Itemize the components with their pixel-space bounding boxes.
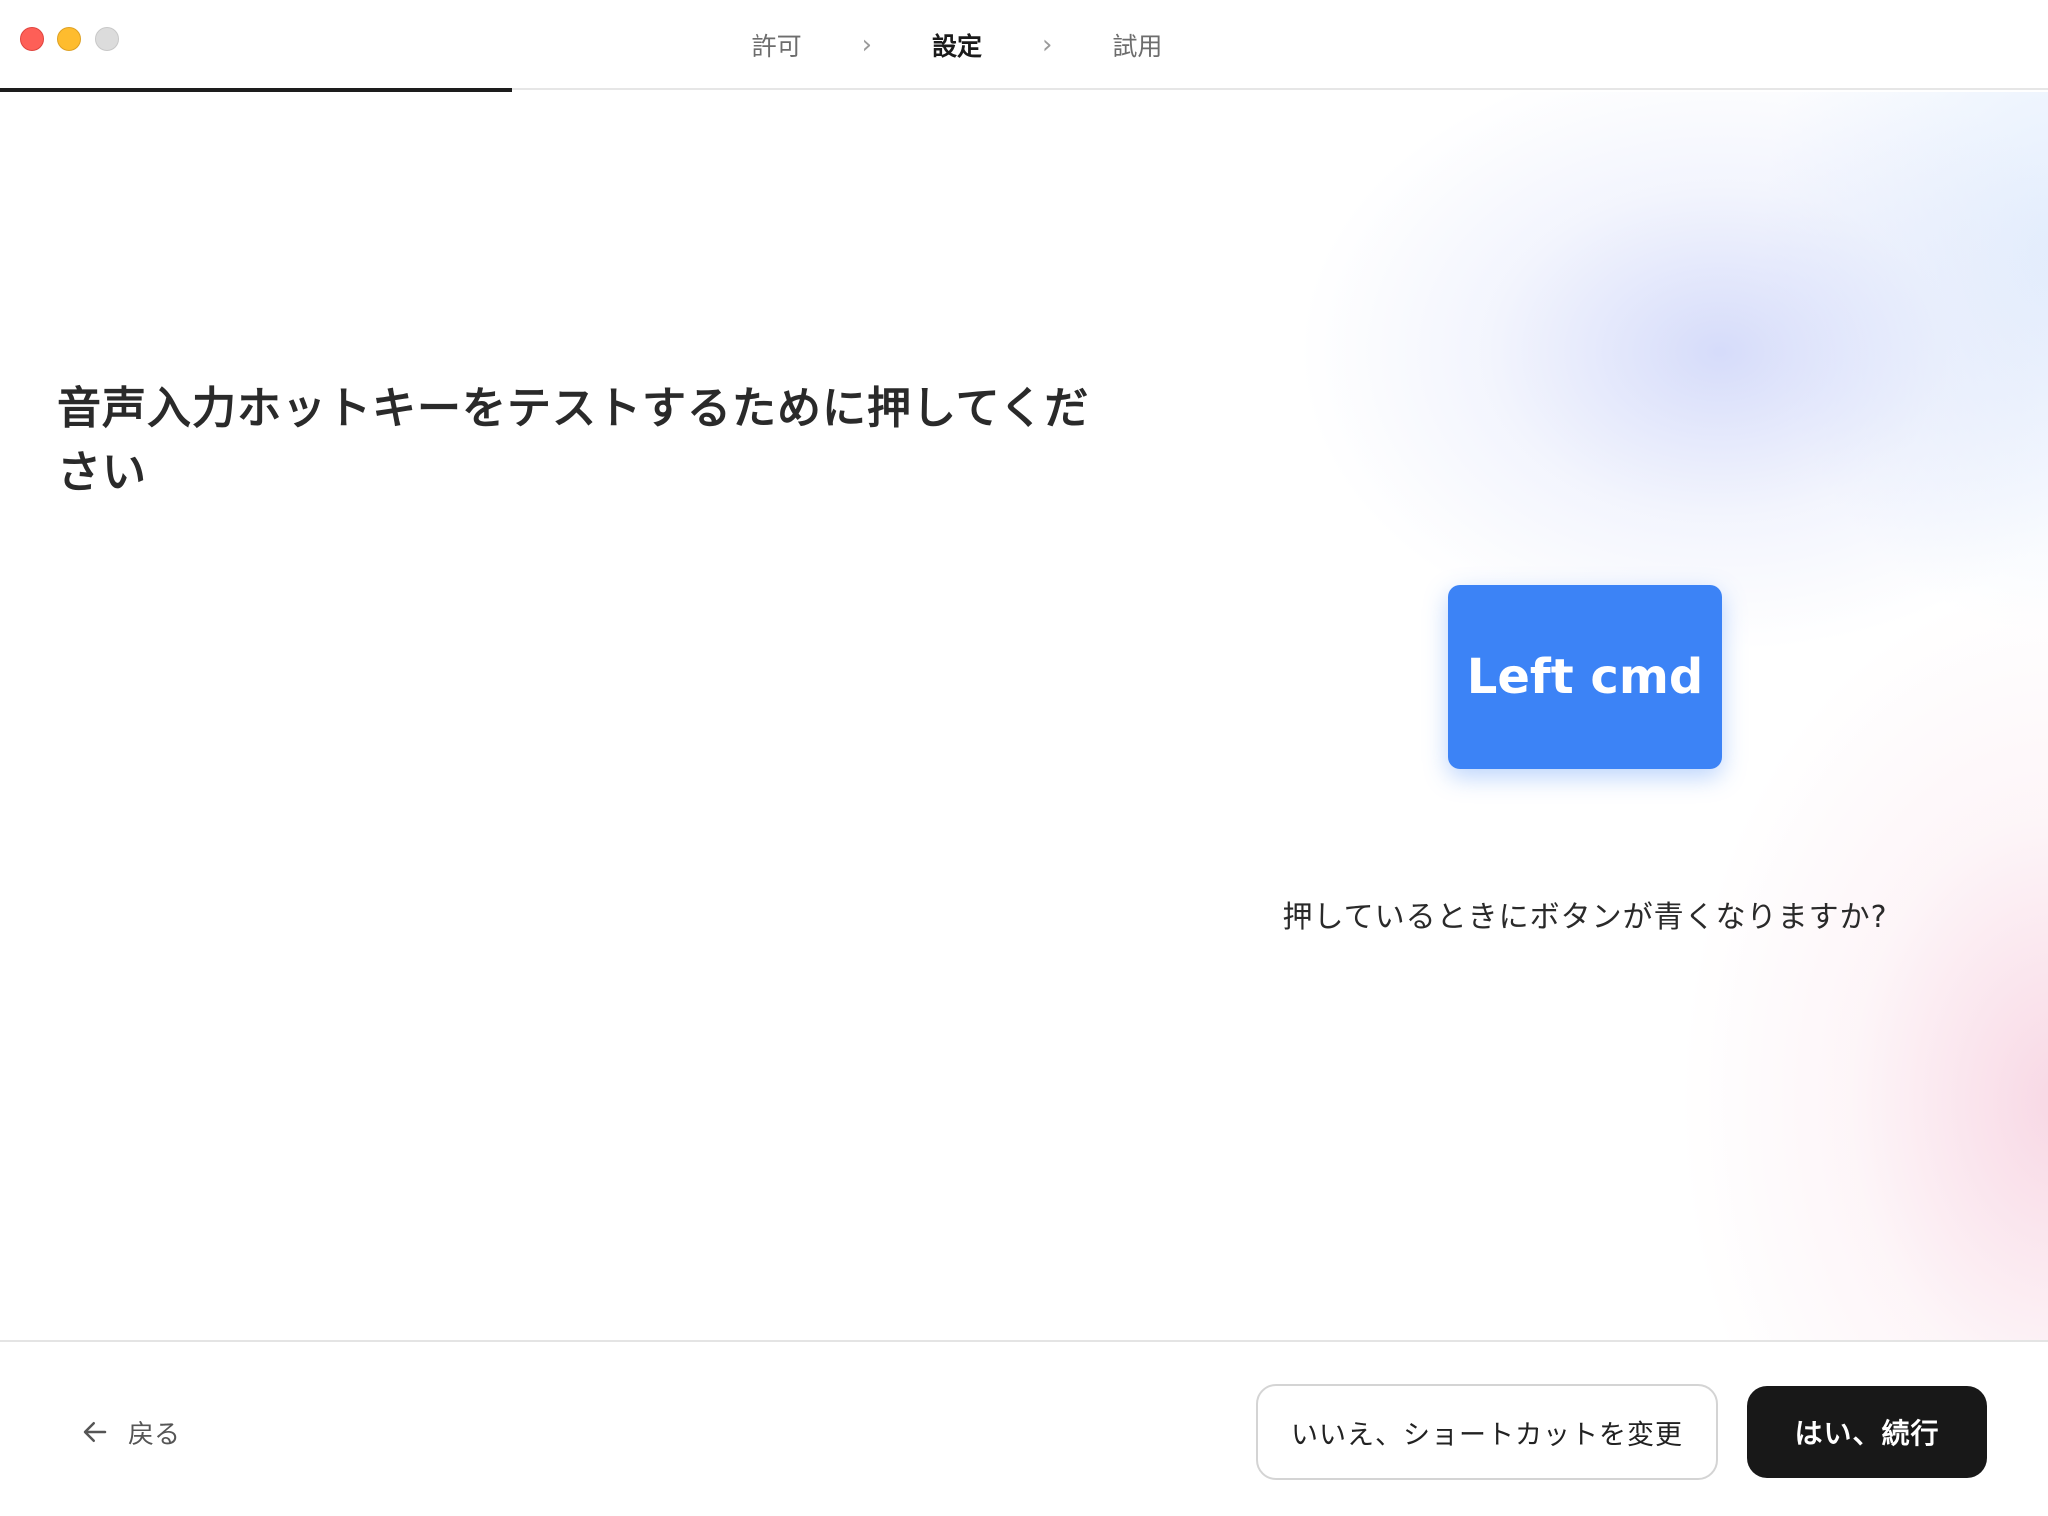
change-shortcut-button[interactable]: いいえ、ショートカットを変更 <box>1256 1384 1718 1480</box>
chevron-right-icon: › <box>1042 30 1053 60</box>
change-shortcut-label: いいえ、ショートカットを変更 <box>1291 1419 1683 1451</box>
title-bold-press: 押 <box>867 383 912 434</box>
continue-label: はい、続行 <box>1794 1417 1940 1450</box>
continue-button[interactable]: はい、続行 <box>1747 1386 1987 1478</box>
hotkey-indicator: Left cmd <box>1448 585 1722 769</box>
title-bar: 許可 › 設定 › 試用 <box>0 0 2048 92</box>
confirmation-question: 押しているときにボタンが青くなりますか? <box>1282 900 1888 935</box>
app-window: 許可 › 設定 › 試用 音声入力ホットキーをテストするために押してください L… <box>0 0 2048 1516</box>
chevron-right-icon: › <box>861 30 872 60</box>
step-settings: 設定 <box>931 32 982 61</box>
hotkey-label: Left cmd <box>1466 649 1704 705</box>
arrow-left-icon <box>83 1422 107 1442</box>
title-bold-voice-input: 音声入力 <box>57 383 237 434</box>
step-permission: 許可 <box>751 32 802 61</box>
step-indicator: 許可 › 設定 › 試用 <box>0 0 2048 90</box>
title-text-1: ホットキーをテストするために <box>237 383 867 434</box>
footer-bar: 戻る いいえ、ショートカットを変更 はい、続行 <box>0 1340 2048 1516</box>
main-content: 音声入力ホットキーをテストするために押してください Left cmd 押している… <box>0 92 2048 1340</box>
back-button[interactable]: 戻る <box>80 1412 180 1452</box>
page-title: 音声入力ホットキーをテストするために押してください <box>57 377 1097 505</box>
step-trial: 試用 <box>1112 32 1163 61</box>
back-label: 戻る <box>128 1419 181 1450</box>
